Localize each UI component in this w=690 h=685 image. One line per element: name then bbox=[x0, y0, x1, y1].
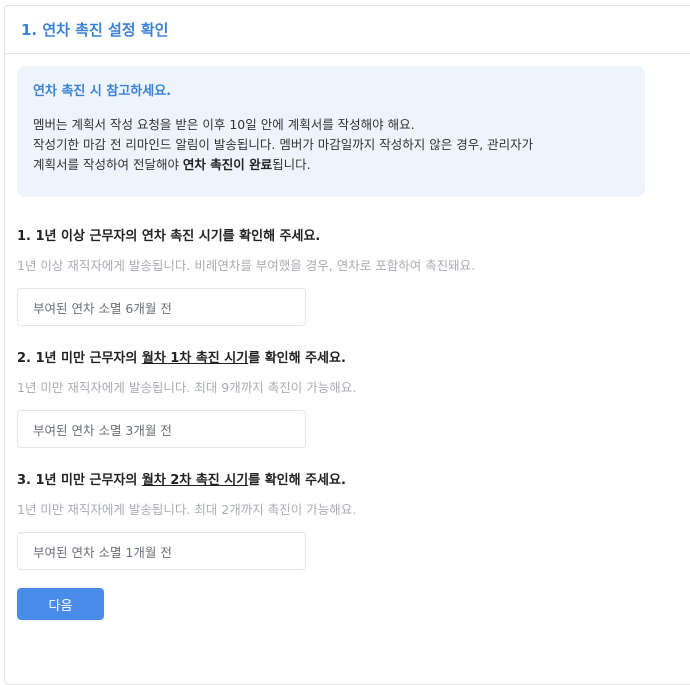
question-1-select[interactable]: 부여된 연차 소멸 6개월 전 bbox=[17, 288, 306, 326]
page-title: 1. 연차 촉진 설정 확인 bbox=[21, 21, 169, 39]
question-2-description: 1년 미만 재직자에게 발송됩니다. 최대 9개까지 촉진이 가능해요. bbox=[17, 380, 357, 395]
question-3-select-value: 부여된 연차 소멸 1개월 전 bbox=[33, 544, 172, 560]
question-3-title-suffix: 를 확인해 주세요. bbox=[248, 473, 346, 488]
info-notice: 연차 촉진 시 참고하세요. 멤버는 계획서 작성 요청을 받은 이후 10일 … bbox=[17, 66, 645, 197]
question-3-title: 3. 1년 미만 근무자의 월차 2차 촉진 시기를 확인해 주세요. bbox=[17, 471, 356, 491]
question-1-title: 1. 1년 이상 근무자의 연차 촉진 시기를 확인해 주세요. bbox=[17, 229, 321, 244]
question-1-description: 1년 이상 재직자에게 발송됩니다. 비례연차를 부여했을 경우, 연차로 포함… bbox=[17, 258, 476, 273]
question-3-title-underline: 월차 2차 촉진 시기 bbox=[141, 473, 249, 488]
panel-header: 1. 연차 촉진 설정 확인 bbox=[5, 6, 690, 54]
question-3-description: 1년 미만 재직자에게 발송됩니다. 최대 2개까지 촉진이 가능해요. bbox=[17, 502, 357, 517]
question-1-section: 1. 1년 이상 근무자의 연차 촉진 시기를 확인해 주세요. 1년 이상 재… bbox=[17, 227, 475, 326]
notice-line-3: 계획서를 작성하여 전달해야 연차 촉진이 완료됩니다. bbox=[33, 155, 629, 175]
notice-line-3-prefix: 계획서를 작성하여 전달해야 bbox=[33, 157, 183, 172]
notice-line-1: 멤버는 계획서 작성 요청을 받은 이후 10일 안에 계획서를 작성해야 해요… bbox=[33, 117, 415, 132]
question-2-select-value: 부여된 연차 소멸 3개월 전 bbox=[33, 422, 172, 438]
question-3-select[interactable]: 부여된 연차 소멸 1개월 전 bbox=[17, 532, 306, 570]
question-3-section: 3. 1년 미만 근무자의 월차 2차 촉진 시기를 확인해 주세요. 1년 미… bbox=[17, 471, 356, 570]
question-2-title: 2. 1년 미만 근무자의 월차 1차 촉진 시기를 확인해 주세요. bbox=[17, 349, 356, 369]
question-2-select[interactable]: 부여된 연차 소멸 3개월 전 bbox=[17, 410, 306, 448]
question-1-select-value: 부여된 연차 소멸 6개월 전 bbox=[33, 300, 172, 316]
question-2-section: 2. 1년 미만 근무자의 월차 1차 촉진 시기를 확인해 주세요. 1년 미… bbox=[17, 349, 356, 448]
notice-line-2: 작성기한 마감 전 리마인드 알림이 발송됩니다. 멤버가 마감일까지 작성하지… bbox=[33, 137, 534, 152]
question-2-title-underline: 월차 1차 촉진 시기 bbox=[141, 351, 249, 366]
next-button[interactable]: 다음 bbox=[17, 588, 104, 620]
notice-body: 멤버는 계획서 작성 요청을 받은 이후 10일 안에 계획서를 작성해야 해요… bbox=[33, 115, 629, 175]
question-2-title-prefix: 2. 1년 미만 근무자의 bbox=[17, 351, 142, 366]
question-3-title-prefix: 3. 1년 미만 근무자의 bbox=[17, 473, 142, 488]
notice-line-3-emphasis: 연차 촉진이 완료 bbox=[182, 157, 273, 172]
question-2-title-suffix: 를 확인해 주세요. bbox=[248, 351, 346, 366]
notice-line-3-suffix: 됩니다. bbox=[272, 157, 311, 172]
notice-title: 연차 촉진 시 참고하세요. bbox=[33, 84, 172, 99]
